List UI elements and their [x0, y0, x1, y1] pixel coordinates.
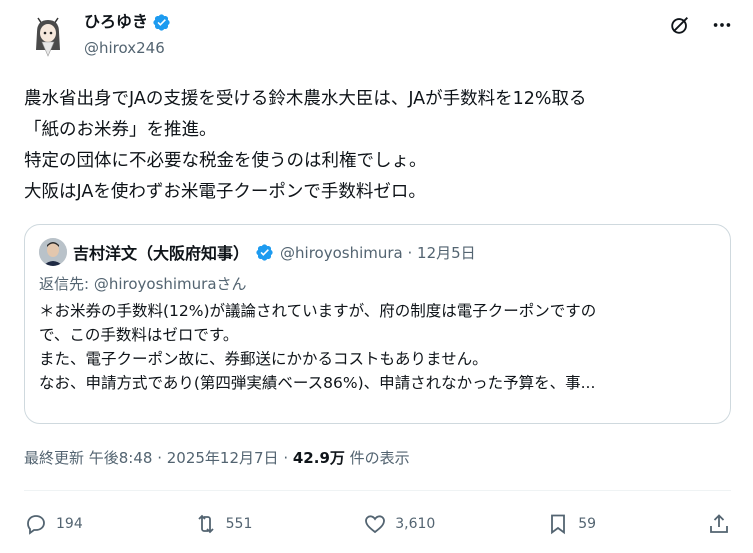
author-avatar[interactable]: [24, 10, 72, 58]
divider: [24, 490, 731, 491]
tweet-line: 特定の団体に不必要な税金を使うのは利権でしょ。: [24, 151, 427, 171]
timestamp[interactable]: 最終更新 午後8:48 · 2025年12月7日 ·: [24, 449, 293, 467]
tweet-line: 「紙のお米券」を推進。: [24, 120, 217, 140]
like-button[interactable]: 3,610: [363, 512, 435, 536]
verified-badge-icon: [153, 13, 170, 31]
share-button[interactable]: [707, 512, 731, 536]
quoted-reply-to: 返信先: @hiroyoshimuraさん: [39, 275, 247, 293]
repost-icon: [197, 514, 214, 534]
author-display-name[interactable]: ひろゆき: [84, 11, 148, 33]
author-handle[interactable]: @hirox246: [84, 38, 165, 58]
like-count: 3,610: [395, 516, 436, 532]
quoted-tweet-header: 吉村洋文（大阪府知事） @hiroyoshimura · 12月5日: [39, 237, 716, 267]
quoted-line: なお、申請方式であり(第四弾実績ベース86%)、申請されなかった予算を、事...: [39, 374, 596, 392]
quoted-tweet-text: ＊お米券の手数料(12%)が議論されていますが、府の制度は電子クーポンですの で…: [39, 299, 716, 395]
tweet-line: 大阪はJAを使わずお米電子クーポンで手数料ゼロ。: [24, 182, 426, 202]
quoted-author-handle-date: @hiroyoshimura · 12月5日: [280, 243, 476, 262]
heart-icon: [365, 515, 386, 534]
repost-count: 551: [225, 516, 253, 532]
share-icon: [710, 514, 728, 533]
quoted-line: で、この手数料はゼロです。: [39, 326, 239, 344]
quoted-line: ＊お米券の手数料(12%)が議論されていますが、府の制度は電子クーポンですの: [39, 302, 597, 320]
quoted-verified-badge-icon: [256, 243, 273, 261]
author-display-name-row[interactable]: ひろゆき: [84, 11, 171, 33]
top-right-icons: [667, 12, 735, 38]
reply-count: 194: [56, 516, 83, 532]
reply-button[interactable]: 194: [24, 512, 83, 536]
quoted-author-name: 吉村洋文（大阪府知事）: [73, 244, 250, 263]
bookmark-icon: [551, 514, 566, 535]
grok-icon[interactable]: [667, 12, 693, 38]
tweet-line: 農水省出身でJAの支援を受ける鈴木農水大臣は、JAが手数料を12%取る: [24, 89, 587, 109]
bookmark-button[interactable]: 59: [546, 512, 596, 536]
action-bar: 194 551 3,610 59: [24, 506, 731, 542]
tweet-meta: 最終更新 午後8:48 · 2025年12月7日 · 42.9万 件の表示: [24, 446, 410, 470]
bookmark-count: 59: [578, 516, 597, 532]
view-count[interactable]: 42.9万: [293, 449, 345, 467]
views-label: 件の表示: [344, 449, 410, 467]
reply-icon: [27, 515, 45, 535]
tweet-text: 農水省出身でJAの支援を受ける鈴木農水大臣は、JAが手数料を12%取る 「紙のお…: [24, 84, 724, 208]
quoted-line: また、電子クーポン故に、券郵送にかかるコストもありません。: [39, 350, 488, 368]
quoted-tweet-card[interactable]: 吉村洋文（大阪府知事） @hiroyoshimura · 12月5日 返信先: …: [24, 224, 731, 424]
repost-button[interactable]: 551: [194, 512, 253, 536]
quoted-author-avatar: [39, 238, 67, 266]
more-options-icon[interactable]: [709, 12, 735, 38]
